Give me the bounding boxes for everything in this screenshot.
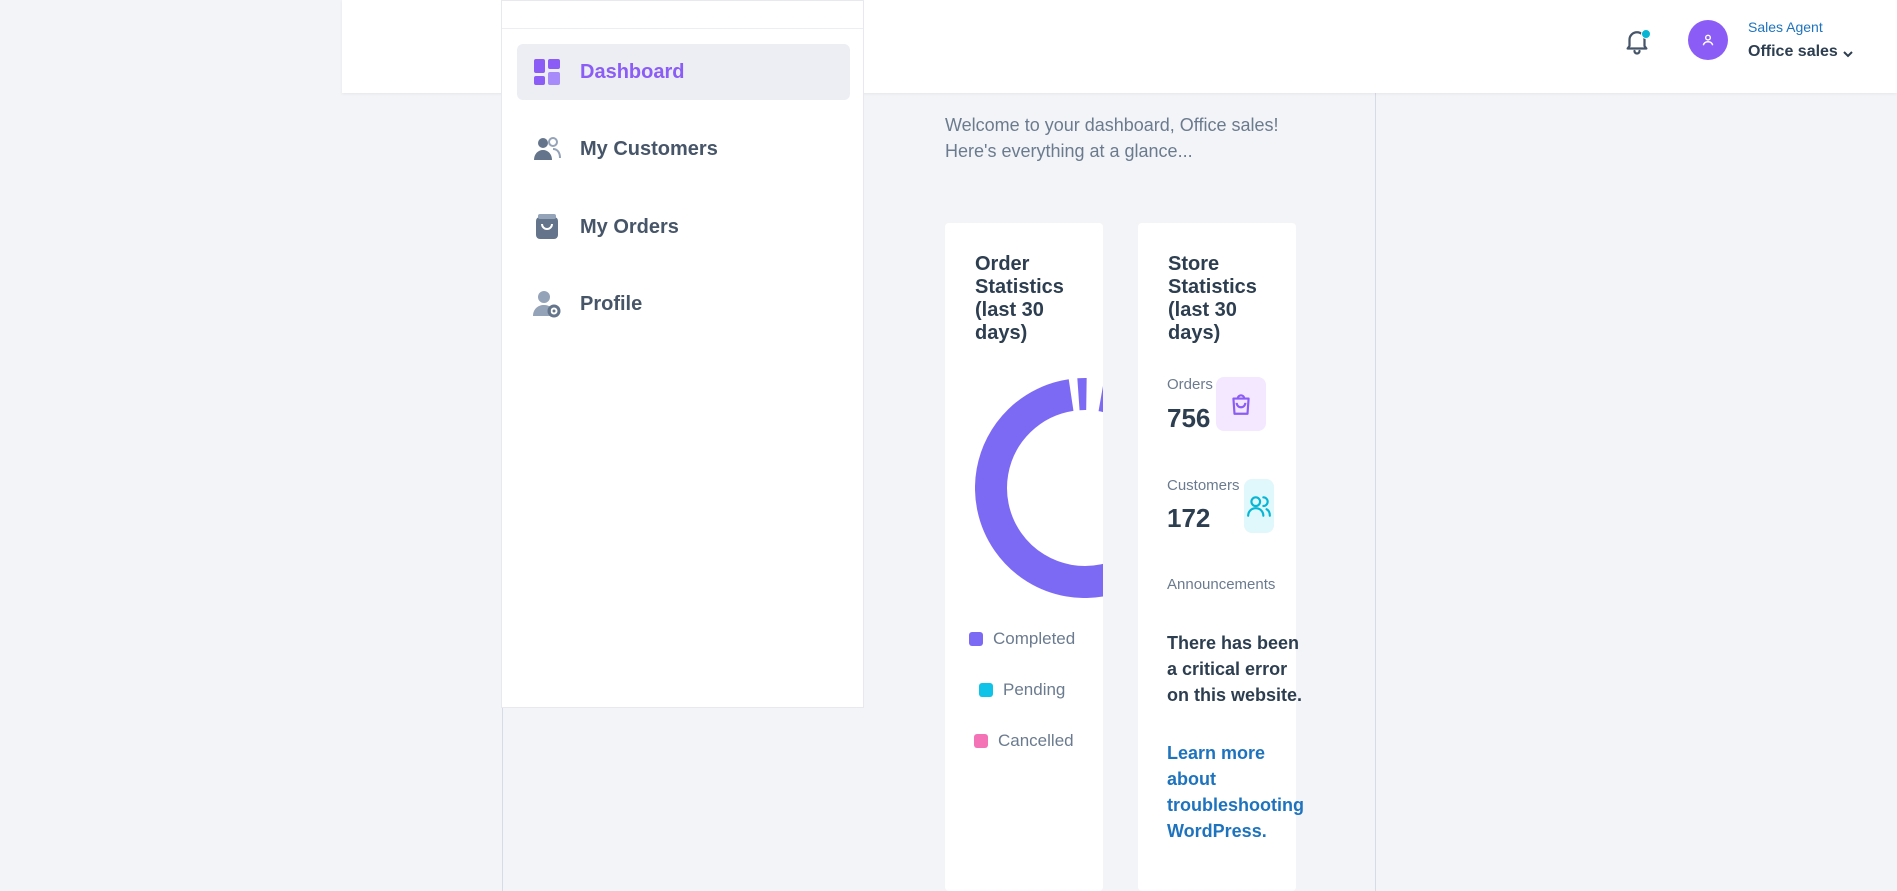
notification-dot	[1641, 29, 1651, 39]
sidebar-item-my-orders[interactable]: My Orders	[517, 199, 850, 255]
shopping-bag-icon	[533, 213, 561, 241]
orders-label: Orders	[1167, 376, 1213, 393]
dashboard-grid-icon	[533, 58, 561, 86]
user-gear-icon	[533, 290, 561, 318]
chevron-down-icon[interactable]	[1842, 47, 1854, 59]
order-statistics-card: Order Statistics (last 30 days)	[945, 223, 1103, 891]
customers-count: 172	[1167, 503, 1211, 533]
customers-icon	[533, 135, 561, 163]
legend-label: Completed	[993, 629, 1076, 648]
sidebar-item-label: Dashboard	[580, 60, 685, 83]
sidebar-item-label: My Orders	[580, 215, 679, 238]
order-status-donut-chart	[975, 378, 1103, 598]
legend-item-cancelled[interactable]: Cancelled	[974, 731, 1074, 751]
avatar[interactable]	[1688, 20, 1728, 60]
sidebar: Dashboard My Customers My Orders Profile	[501, 0, 864, 708]
legend-label: Pending	[1003, 680, 1066, 699]
announcement-text: There has been a critical error on this …	[1167, 633, 1303, 705]
welcome-line: Here's everything at a glance...	[945, 141, 1193, 161]
customers-label: Customers	[1167, 477, 1240, 494]
legend-swatch	[969, 632, 983, 646]
legend-swatch	[974, 734, 988, 748]
legend-item-pending[interactable]: Pending	[979, 680, 1065, 700]
sidebar-item-label: Profile	[580, 292, 643, 315]
welcome-line: Welcome to your dashboard, Office sales!	[945, 115, 1279, 135]
user-menu-toggle[interactable]: Office sales	[1748, 43, 1838, 61]
sidebar-item-my-customers[interactable]: My Customers	[517, 121, 850, 177]
welcome-message: Welcome to your dashboard, Office sales!…	[945, 112, 1305, 164]
sidebar-item-profile[interactable]: Profile	[517, 276, 850, 332]
sidebar-item-dashboard[interactable]: Dashboard	[517, 44, 850, 100]
page-background-right	[1376, 0, 1897, 891]
orders-count: 756	[1167, 403, 1211, 433]
card-title: Store Statistics (last 30 days)	[1168, 253, 1257, 344]
store-statistics-card: Store Statistics (last 30 days) Orders 7…	[1138, 223, 1304, 891]
legend-swatch	[979, 683, 993, 697]
legend-item-completed[interactable]: Completed	[969, 629, 1075, 649]
orders-bag-icon	[1216, 377, 1266, 431]
sidebar-divider	[502, 28, 863, 29]
page-background-left	[0, 0, 342, 891]
card-title: Order Statistics (last 30 days)	[975, 253, 1064, 344]
customers-users-icon	[1244, 479, 1274, 533]
announcements-label: Announcements	[1167, 576, 1276, 593]
donut-segment-completed[interactable]	[975, 378, 1103, 598]
sidebar-item-label: My Customers	[580, 137, 718, 160]
user-role: Sales Agent	[1748, 19, 1823, 35]
troubleshooting-link[interactable]: Learn more about troubleshooting WordPre…	[1167, 740, 1307, 844]
legend-label: Cancelled	[998, 731, 1074, 750]
